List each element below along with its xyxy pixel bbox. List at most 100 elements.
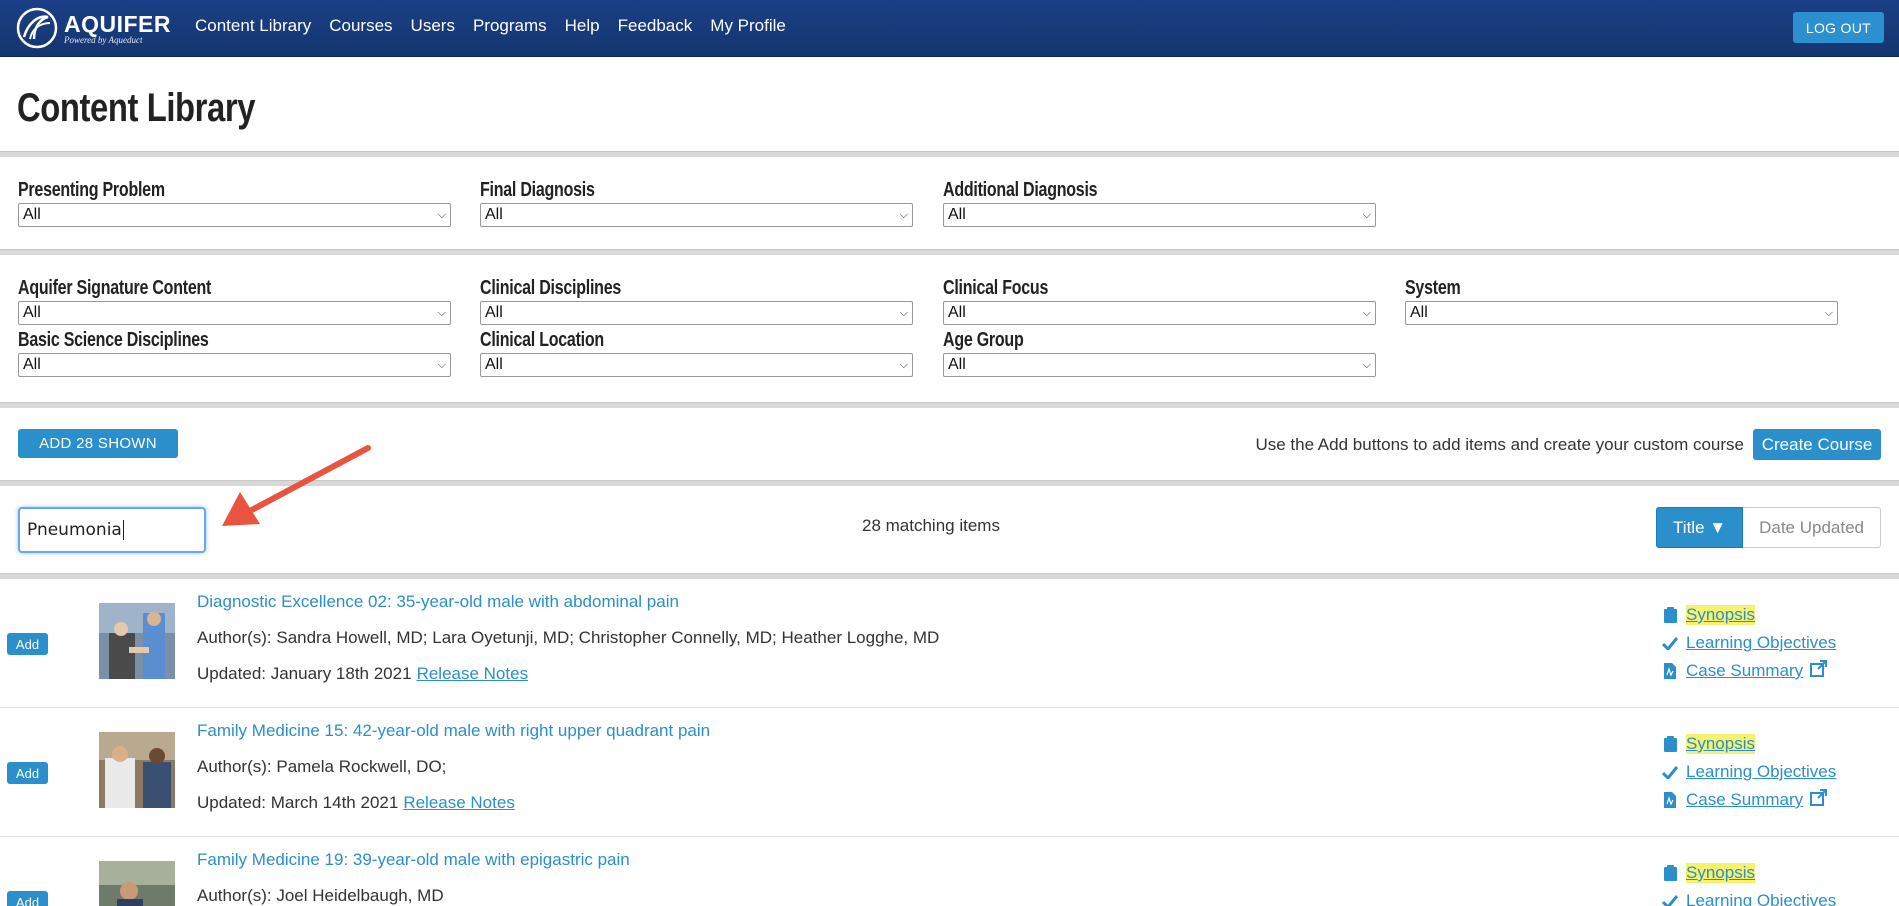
content-item: Add Family Medicine 15: 42-year-old male… (0, 708, 1899, 837)
case-summary-row: Case Summary (1660, 786, 1836, 814)
add-item-button[interactable]: Add (7, 891, 48, 906)
nav-help[interactable]: Help (565, 16, 600, 36)
presenting-problem-select[interactable]: All ⌵ (18, 203, 451, 227)
select-value: All (948, 206, 966, 223)
chevron-down-icon: ⌵ (1362, 208, 1371, 221)
external-link-icon (1810, 789, 1828, 811)
updated-date: Updated: March 14th 2021 (197, 793, 399, 812)
learning-objectives-link[interactable]: Learning Objectives (1686, 891, 1836, 906)
chevron-down-icon: ⌵ (1824, 306, 1833, 319)
sort-by-date-button[interactable]: Date Updated (1743, 507, 1881, 548)
sort-toggle: Title ▼ Date Updated (1656, 507, 1881, 548)
annotation-arrow-icon (222, 445, 371, 526)
case-thumbnail (99, 861, 175, 906)
case-updated: Updated: March 14th 2021 Release Notes (197, 793, 515, 813)
add-item-button[interactable]: Add (7, 762, 48, 784)
chevron-down-icon: ⌵ (437, 306, 446, 319)
synopsis-row: Synopsis (1660, 730, 1836, 758)
search-value: Pneumonia (27, 520, 122, 540)
age-group-select[interactable]: All ⌵ (943, 353, 1376, 377)
select-value: All (23, 304, 41, 321)
synopsis-link[interactable]: Synopsis (1686, 605, 1755, 625)
select-value: All (948, 356, 966, 373)
main-nav: Content Library Courses Users Programs H… (195, 16, 786, 36)
synopsis-link[interactable]: Synopsis (1686, 734, 1755, 754)
case-resource-links: Synopsis Learning Objectives Case Summar… (1660, 601, 1836, 685)
final-diagnosis-select[interactable]: All ⌵ (480, 203, 913, 227)
release-notes-link[interactable]: Release Notes (417, 664, 529, 683)
objectives-row: Learning Objectives (1660, 629, 1836, 657)
nav-users[interactable]: Users (411, 16, 455, 36)
search-input[interactable]: Pneumonia (18, 507, 206, 553)
case-thumbnail (99, 732, 175, 808)
chevron-down-icon: ⌵ (1362, 358, 1371, 371)
pdf-file-icon (1660, 792, 1680, 808)
chevron-down-icon: ⌵ (437, 358, 446, 371)
chevron-down-icon: ⌵ (1362, 306, 1371, 319)
chevron-down-icon: ⌵ (899, 358, 908, 371)
filter-signature-content: Aquifer Signature Content All ⌵ (18, 277, 451, 325)
case-resource-links: Synopsis Learning Objectives (1660, 859, 1836, 906)
page-title: Content Library (17, 86, 256, 130)
add-hint-text: Use the Add buttons to add items and cre… (1255, 435, 1744, 454)
case-authors: Author(s): Sandra Howell, MD; Lara Oyetu… (197, 628, 940, 647)
clinical-disciplines-select[interactable]: All ⌵ (480, 301, 913, 325)
nav-feedback[interactable]: Feedback (618, 16, 693, 36)
signature-content-select[interactable]: All ⌵ (18, 301, 451, 325)
additional-diagnosis-select[interactable]: All ⌵ (943, 203, 1376, 227)
objectives-row: Learning Objectives (1660, 887, 1836, 906)
filter-system: System All ⌵ (1405, 277, 1838, 325)
clinical-location-select[interactable]: All ⌵ (480, 353, 913, 377)
add-all-shown-button[interactable]: ADD 28 SHOWN (18, 429, 178, 458)
filter-label: Clinical Focus (943, 277, 1049, 299)
filter-label: Aquifer Signature Content (18, 277, 212, 299)
chevron-down-icon: ⌵ (437, 208, 446, 221)
basic-science-select[interactable]: All ⌵ (18, 353, 451, 377)
filter-label: Clinical Location (480, 329, 604, 351)
content-item: Add Diagnostic Excellence 02: 35-year-ol… (0, 579, 1899, 708)
filter-basic-science: Basic Science Disciplines All ⌵ (18, 329, 451, 377)
case-title-link[interactable]: Family Medicine 15: 42-year-old male wit… (197, 721, 710, 741)
filter-label: Additional Diagnosis (943, 179, 1098, 201)
content-item: Add Family Medicine 19: 39-year-old male… (0, 837, 1899, 906)
learning-objectives-link[interactable]: Learning Objectives (1686, 633, 1836, 653)
chevron-down-icon: ⌵ (899, 208, 908, 221)
top-navbar: AQUIFER Powered by Aqueduct Content Libr… (0, 0, 1899, 57)
case-resource-links: Synopsis Learning Objectives Case Summar… (1660, 730, 1836, 814)
checkmark-icon (1660, 765, 1680, 779)
create-course-button[interactable]: Create Course (1753, 429, 1881, 460)
filter-clinical-disciplines: Clinical Disciplines All ⌵ (480, 277, 913, 325)
case-thumbnail (99, 603, 175, 679)
clinical-focus-select[interactable]: All ⌵ (943, 301, 1376, 325)
nav-my-profile[interactable]: My Profile (710, 16, 786, 36)
synopsis-link[interactable]: Synopsis (1686, 863, 1755, 883)
case-authors: Author(s): Pamela Rockwell, DO; (197, 757, 447, 776)
logout-button[interactable]: LOG OUT (1792, 12, 1884, 43)
select-value: All (485, 206, 503, 223)
nav-courses[interactable]: Courses (329, 16, 392, 36)
case-summary-link[interactable]: Case Summary (1686, 790, 1803, 810)
checkmark-icon (1660, 894, 1680, 906)
case-title-link[interactable]: Diagnostic Excellence 02: 35-year-old ma… (197, 592, 679, 612)
sort-by-title-button[interactable]: Title ▼ (1656, 507, 1744, 548)
case-summary-link[interactable]: Case Summary (1686, 661, 1803, 681)
system-select[interactable]: All ⌵ (1405, 301, 1838, 325)
release-notes-link[interactable]: Release Notes (403, 793, 515, 812)
updated-date: Updated: January 18th 2021 (197, 664, 412, 683)
divider (0, 151, 1899, 157)
nav-content-library[interactable]: Content Library (195, 16, 311, 36)
nav-programs[interactable]: Programs (473, 16, 547, 36)
filter-label: Basic Science Disciplines (18, 329, 209, 351)
divider (0, 249, 1899, 255)
clipboard-icon (1660, 607, 1680, 623)
synopsis-row: Synopsis (1660, 601, 1836, 629)
learning-objectives-link[interactable]: Learning Objectives (1686, 762, 1836, 782)
select-value: All (485, 356, 503, 373)
logo-subtitle: Powered by Aqueduct (64, 35, 143, 45)
add-item-button[interactable]: Add (7, 633, 48, 655)
case-title-link[interactable]: Family Medicine 19: 39-year-old male wit… (197, 850, 630, 870)
logo-swirl-icon (16, 7, 58, 49)
filter-age-group: Age Group All ⌵ (943, 329, 1376, 377)
aquifer-logo[interactable]: AQUIFER Powered by Aqueduct (14, 5, 171, 51)
external-link-icon (1810, 660, 1828, 682)
